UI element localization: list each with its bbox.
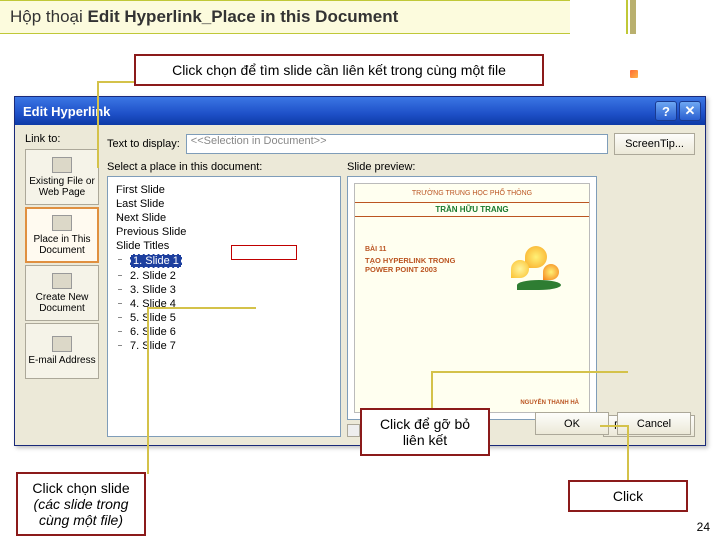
slide-topic-2: POWER POINT 2003 (365, 265, 437, 274)
decor-bar-2 (626, 0, 628, 34)
linkto-place-b: Document (39, 245, 85, 256)
tree-previous-slide[interactable]: Previous Slide (112, 225, 336, 239)
callout-choose-slide: Click chọn slide (các slide trong cùng m… (16, 472, 146, 536)
tree-slide-2[interactable]: 2. Slide 2 (112, 269, 336, 283)
show-and-return-checkbox (347, 424, 360, 437)
page-title: Hộp thoại Edit Hyperlink_Place in this D… (0, 0, 570, 34)
link-to-label: Link to: (25, 133, 99, 145)
linkto-existing-b: Web Page (39, 187, 86, 198)
linkto-create-a: Create New (36, 292, 89, 303)
document-place-icon (52, 215, 72, 231)
leader-line-2 (146, 306, 266, 476)
tree-slide-1-label: 1. Slide 1 (130, 254, 182, 268)
slide-topic-1: TẠO HYPERLINK TRONG (365, 256, 455, 265)
linkto-create-new[interactable]: Create NewDocument (25, 265, 99, 321)
new-document-icon (52, 273, 72, 289)
linkto-email-label: E-mail Address (28, 355, 95, 366)
linkto-existing-file[interactable]: Existing File orWeb Page (25, 149, 99, 205)
text-to-display-input[interactable]: <<Selection in Document>> (186, 134, 608, 154)
close-button[interactable]: ✕ (679, 101, 701, 121)
linkto-place-in-document[interactable]: Place in ThisDocument (25, 207, 99, 263)
callout-choose-slide-a: Click chọn slide (32, 480, 129, 496)
slide-lesson: BÀI 11 (365, 246, 386, 253)
tree-last-slide[interactable]: Last Slide (112, 197, 336, 211)
linkto-existing-a: Existing File or (29, 176, 95, 187)
email-icon (52, 336, 72, 352)
screentip-button[interactable]: ScreenTip... (614, 133, 695, 155)
tree-slide-1[interactable]: 1. Slide 1 (112, 253, 336, 269)
callout-remove-link: Click để gỡ bỏ liên kết (360, 408, 490, 456)
help-button[interactable]: ? (655, 101, 677, 121)
link-to-column: Link to: Existing File orWeb Page Place … (25, 133, 99, 437)
decor-bar (630, 0, 636, 34)
text-to-display-row: Text to display: <<Selection in Document… (107, 133, 695, 155)
page-title-prefix: Hộp thoại (10, 7, 88, 26)
slide-preview-label: Slide preview: (347, 161, 597, 173)
tree-slide-titles[interactable]: Slide Titles (112, 239, 336, 253)
callout-choose-slide-b: (các slide trong cùng một file) (34, 496, 129, 528)
page-title-bold: Edit Hyperlink_Place in this Document (88, 7, 399, 26)
linkto-create-b: Document (39, 303, 85, 314)
slide-header-2: TRẦN HỮU TRANG (355, 202, 589, 217)
slide-header-1: TRƯỜNG TRUNG HỌC PHỔ THÔNG (355, 190, 589, 197)
decor-dot (630, 70, 642, 82)
leader-line-1 (96, 80, 156, 170)
globe-file-icon (52, 157, 72, 173)
leader-line-3 (430, 370, 630, 412)
tree-first-slide[interactable]: First Slide (112, 183, 336, 197)
callout-click-ok: Click (568, 480, 688, 512)
tree-slide-3[interactable]: 3. Slide 3 (112, 283, 336, 297)
leader-line-4 (598, 424, 638, 484)
callout-find-slide: Click chọn để tìm slide cần liên kết tro… (134, 54, 544, 86)
tree-next-slide[interactable]: Next Slide (112, 211, 336, 225)
linkto-email[interactable]: E-mail Address (25, 323, 99, 379)
linkto-place-a: Place in This (33, 234, 90, 245)
page-number: 24 (697, 520, 710, 534)
slide-topic: TẠO HYPERLINK TRONGPOWER POINT 2003 (365, 256, 455, 274)
flower-icon (503, 234, 573, 294)
